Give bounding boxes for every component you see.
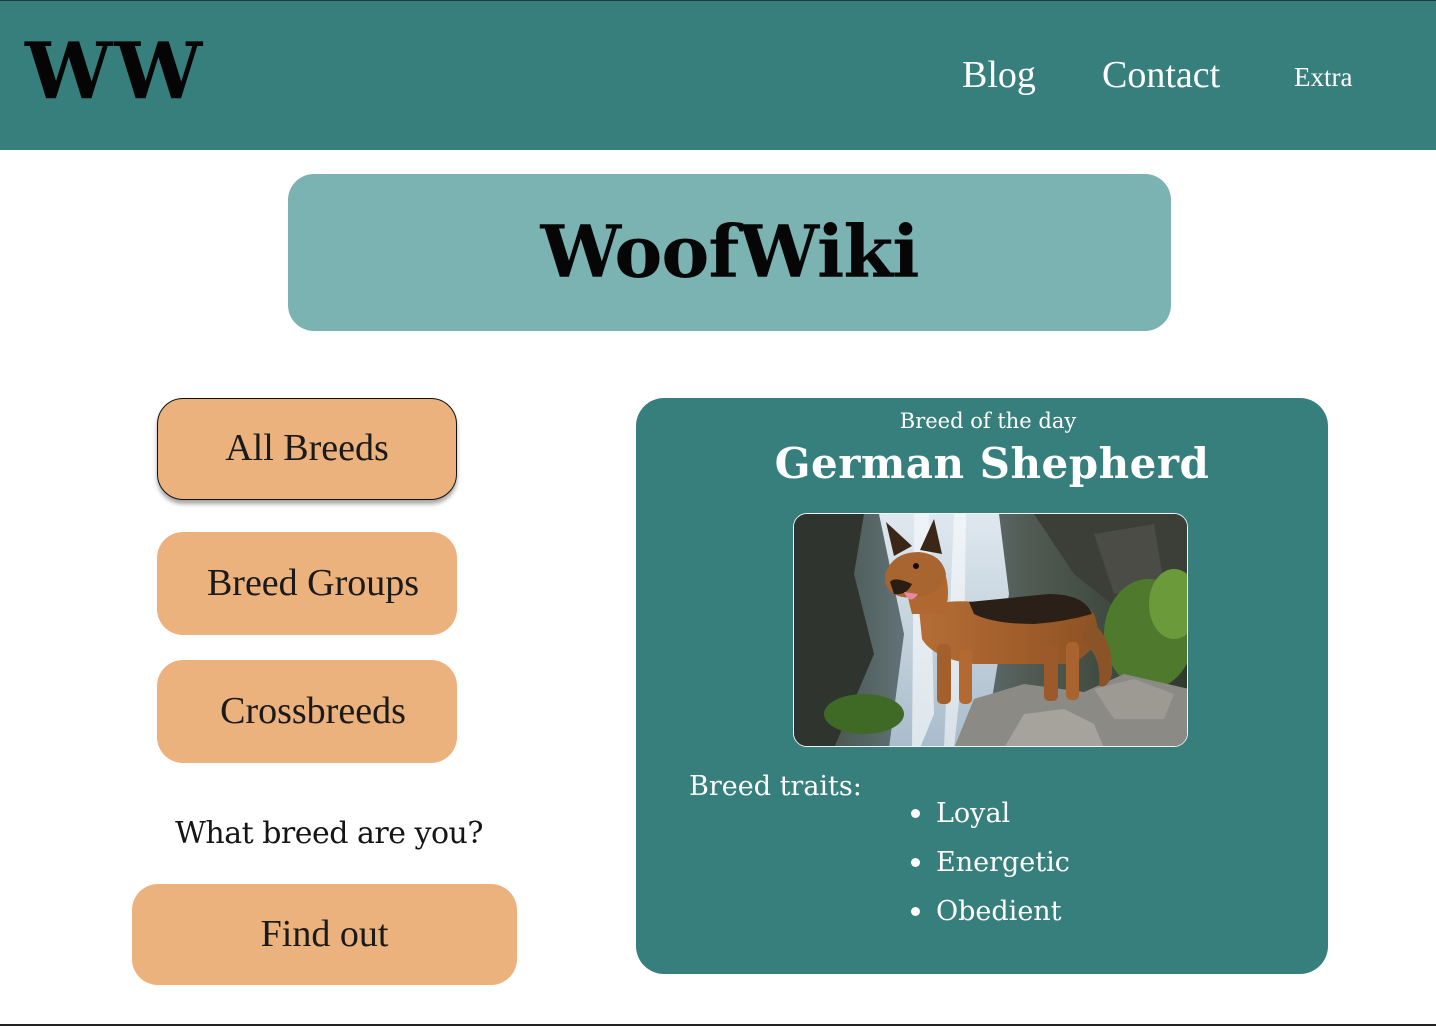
traits-label: Breed traits: (689, 771, 862, 802)
find-out-button[interactable]: Find out (132, 884, 517, 985)
list-item: Energetic (906, 845, 1070, 881)
trait-text: Loyal (936, 798, 1011, 829)
card-kicker: Breed of the day (899, 409, 1077, 433)
breed-name: German Shepherd (774, 439, 1210, 488)
nav-link-contact[interactable]: Contact (1102, 49, 1220, 101)
bullet-icon (911, 858, 920, 867)
traits-list: Loyal Energetic Obedient (906, 796, 1070, 930)
quiz-prompt: What breed are you? (175, 816, 483, 851)
list-item: Obedient (906, 894, 1070, 930)
site-header: WW Blog Contact Extra (0, 1, 1436, 150)
site-title: WoofWiki (540, 209, 919, 294)
breed-photo (793, 513, 1188, 747)
breed-groups-button[interactable]: Breed Groups (157, 532, 457, 635)
crossbreeds-label: Crossbreeds (220, 690, 406, 732)
bullet-icon (911, 907, 920, 916)
hero-banner: WoofWiki (288, 174, 1171, 331)
trait-text: Energetic (936, 847, 1070, 878)
nav-link-extra[interactable]: Extra (1294, 59, 1352, 95)
site-logo[interactable]: WW (25, 27, 204, 117)
list-item: Loyal (906, 796, 1070, 832)
nav-link-blog[interactable]: Blog (962, 49, 1036, 101)
trait-text: Obedient (936, 896, 1062, 927)
find-out-label: Find out (260, 913, 389, 955)
breed-of-the-day-card: Breed of the day German Shepherd Breed t… (636, 398, 1328, 974)
dog-photo-illustration (794, 514, 1187, 746)
all-breeds-label: All Breeds (225, 427, 389, 469)
bullet-icon (911, 809, 920, 818)
breed-groups-label: Breed Groups (206, 562, 420, 604)
crossbreeds-button[interactable]: Crossbreeds (157, 660, 457, 763)
all-breeds-button[interactable]: All Breeds (157, 398, 457, 500)
